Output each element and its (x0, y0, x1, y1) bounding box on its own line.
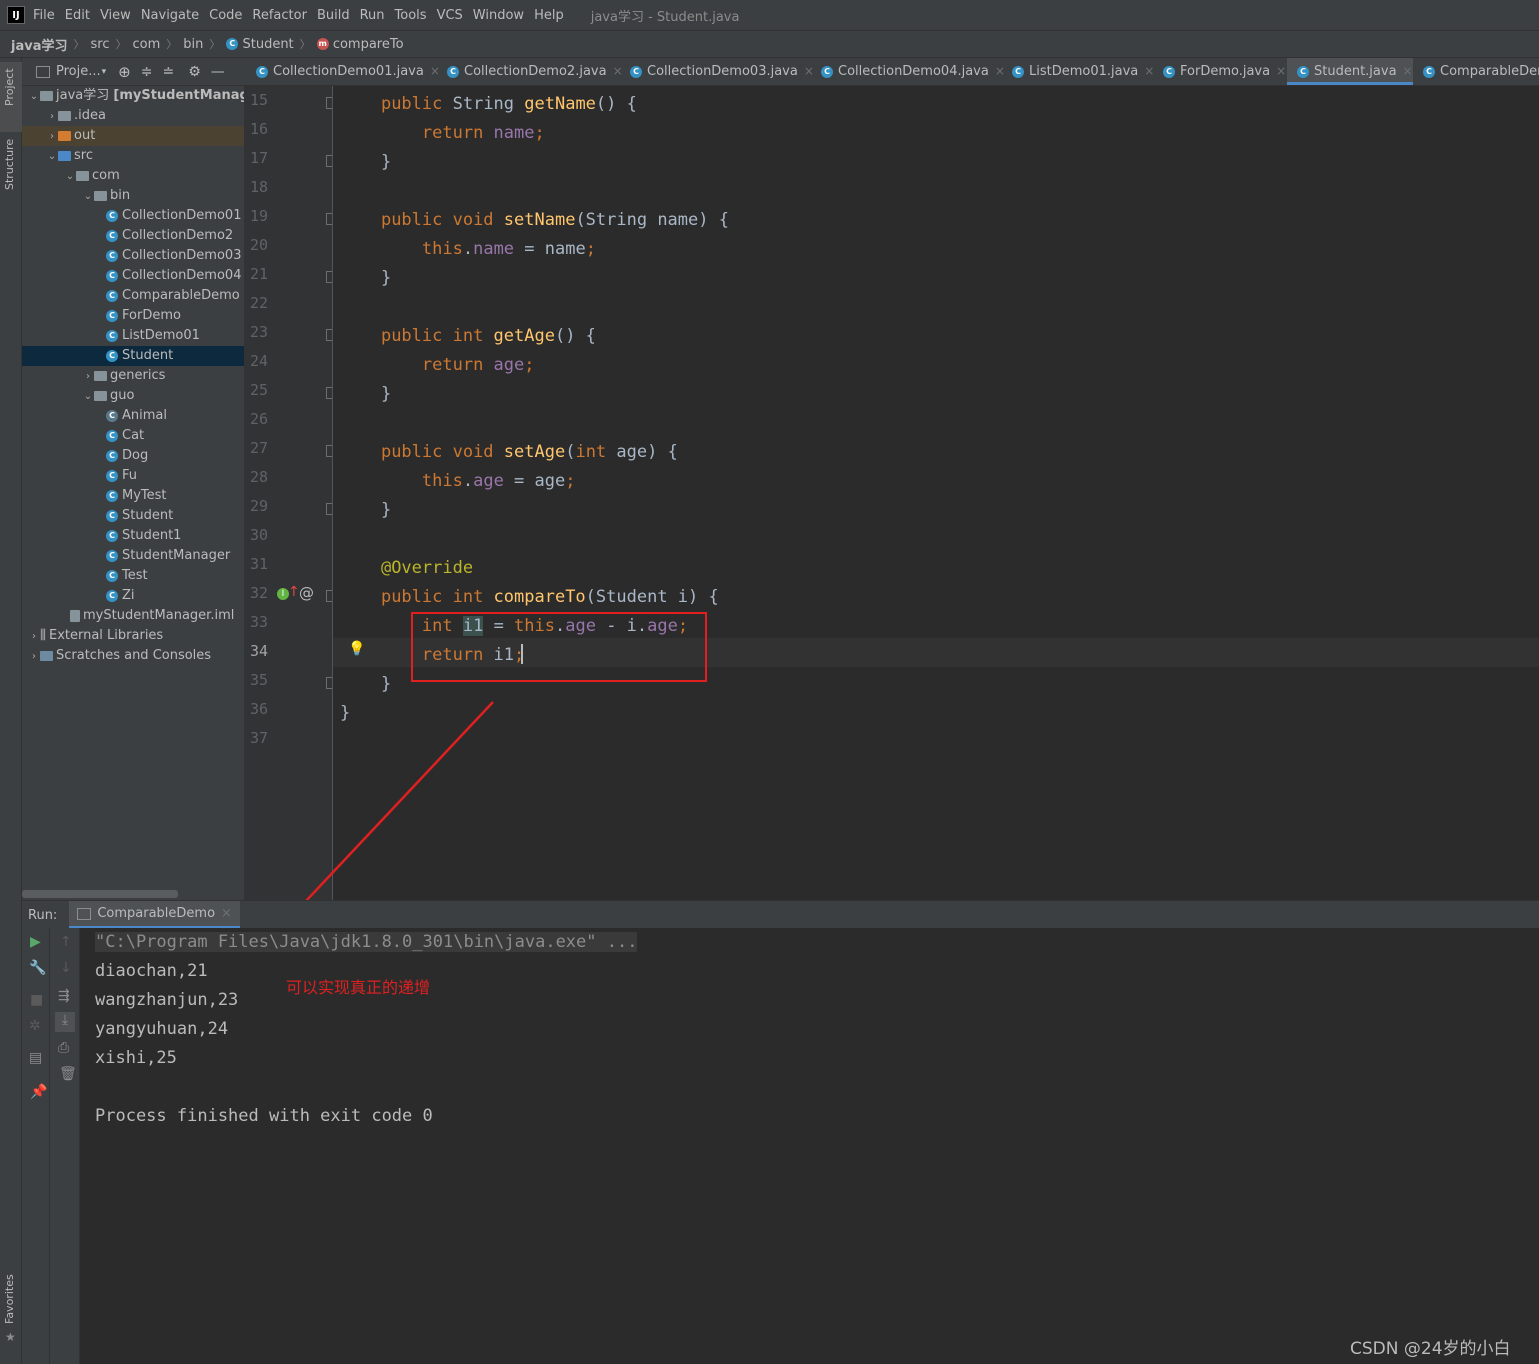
run-tab-label: ComparableDemo (97, 906, 216, 921)
annotation-text: 可以实现真正的递增 (286, 978, 431, 997)
watermark: CSDN @24岁的小白 (1350, 1339, 1511, 1359)
console-line: Process finished with exit code 0 (95, 1106, 433, 1126)
stop-icon[interactable]: ■ (30, 992, 43, 1008)
debug-icon[interactable]: ✲ (29, 1018, 41, 1034)
layout-icon[interactable]: ▤ (29, 1050, 42, 1066)
console-line: "C:\Program Files\Java\jdk1.8.0_301\bin\… (95, 932, 638, 952)
wrench-icon[interactable]: 🔧 (29, 960, 46, 976)
close-icon[interactable]: × (221, 906, 232, 921)
console-icon (77, 907, 92, 920)
rerun-icon[interactable]: ▶ (30, 934, 41, 950)
console-line: diaochan,21 (95, 961, 208, 981)
scroll-to-end-icon[interactable]: ⤓ (55, 1012, 75, 1032)
run-toolbar-primary: ▶ 🔧 ■ ✲ ▤ 📌 (22, 928, 50, 1364)
run-label: Run: (28, 907, 58, 923)
console-line: xishi,25 (95, 1048, 177, 1068)
pin-icon[interactable]: 📌 (30, 1084, 47, 1100)
print-icon[interactable]: ⎙ (58, 1040, 69, 1056)
run-panel-header: Run: ComparableDemo × (22, 900, 1539, 929)
run-toolbar-secondary: ↑ ↓ ⇶ ⤓ ⎙ 🗑 (50, 928, 80, 1364)
soft-wrap-icon[interactable]: ⇶ (58, 988, 70, 1004)
trash-icon[interactable]: 🗑 (59, 1066, 77, 1082)
run-tab[interactable]: ComparableDemo × (69, 901, 240, 929)
down-icon[interactable]: ↓ (60, 960, 72, 976)
console-line: yangyuhuan,24 (95, 1019, 229, 1039)
up-icon[interactable]: ↑ (60, 934, 72, 950)
console-line: wangzhanjun,23 (95, 990, 239, 1010)
